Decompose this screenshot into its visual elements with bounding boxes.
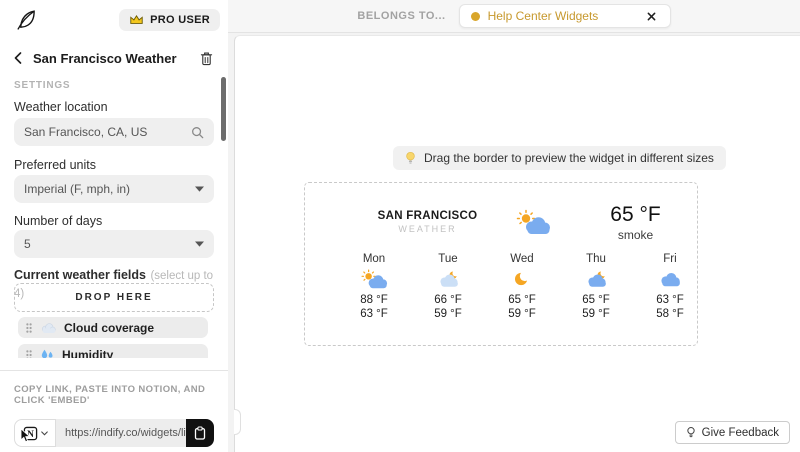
forecast-day: Thu <box>586 253 606 265</box>
search-icon[interactable] <box>191 126 204 139</box>
remove-collection-button[interactable] <box>645 9 659 23</box>
widget-header-title: SAN FRANCISCO WEATHER <box>350 210 505 234</box>
forecast-low: 63 °F <box>360 308 388 320</box>
forecast-low: 59 °F <box>508 308 536 320</box>
draggable-item-label: Humidity <box>62 347 114 359</box>
forecast-high: 65 °F <box>582 294 610 306</box>
weather-location-input[interactable]: San Francisco, CA, US <box>14 118 214 146</box>
forecast-day: Tue <box>438 253 458 265</box>
clipboard-icon <box>194 426 206 440</box>
number-of-days-label: Number of days <box>14 214 103 228</box>
cloud-icon <box>40 322 56 334</box>
settings-sidebar: PRO USER San Francisco Weather SETTINGS … <box>0 0 228 452</box>
embed-panel: COPY LINK, PASTE INTO NOTION, AND CLICK … <box>0 370 228 452</box>
current-weather-icon-sun-behind-cloud <box>510 209 555 235</box>
preferred-units-label: Preferred units <box>14 158 96 172</box>
weather-icon-moon-behind-light-cloud <box>413 268 483 290</box>
feather-logo-icon[interactable] <box>14 8 38 32</box>
main-area: BELONGS TO... Help Center Widgets Drag t… <box>228 0 800 452</box>
forecast-col-thu: Thu 65 °F 59 °F <box>561 253 631 320</box>
forecast-row: Mon 88 °F 63 °F Tue 66 °F 59 °F Wed 65 °… <box>339 253 705 320</box>
widget-subtitle: WEATHER <box>398 224 457 234</box>
pro-user-label: PRO USER <box>150 14 210 26</box>
forecast-high: 88 °F <box>360 294 388 306</box>
drag-tip: Drag the border to preview the widget in… <box>393 146 726 170</box>
sidebar-scrollbar-thumb[interactable] <box>221 77 226 141</box>
widget-current-conditions: 65 °F smoke <box>583 203 688 242</box>
forecast-high: 63 °F <box>656 294 684 306</box>
widget-preview-box[interactable]: SAN FRANCISCO WEATHER 65 °F smoke Mon 88… <box>304 182 698 346</box>
forecast-col-mon: Mon 88 °F 63 °F <box>339 253 409 320</box>
widget-city: SAN FRANCISCO <box>377 210 478 222</box>
draggable-item-humidity[interactable]: Humidity <box>18 344 208 358</box>
chevron-down-icon <box>195 186 204 192</box>
give-feedback-label: Give Feedback <box>701 426 779 439</box>
forecast-col-wed: Wed 65 °F 59 °F <box>487 253 557 320</box>
drop-here-label: DROP HERE <box>75 292 153 303</box>
sidebar-header: PRO USER <box>14 7 220 33</box>
draggable-item-cloud-coverage[interactable]: Cloud coverage <box>18 317 208 338</box>
forecast-col-fri: Fri 63 °F 58 °F <box>635 253 705 320</box>
delete-widget-button[interactable] <box>198 50 214 66</box>
draggable-field-list: Cloud coverage Humidity <box>18 317 208 358</box>
droplets-icon <box>40 349 54 359</box>
drop-here-zone[interactable]: DROP HERE <box>14 283 214 312</box>
forecast-low: 58 °F <box>656 308 684 320</box>
forecast-day: Fri <box>663 253 677 265</box>
number-of-days-value: 5 <box>24 237 31 251</box>
collection-dot-icon <box>470 11 480 21</box>
drag-tip-text: Drag the border to preview the widget in… <box>424 151 714 165</box>
chevron-down-icon <box>195 241 204 247</box>
app-window: PRO USER San Francisco Weather SETTINGS … <box>0 0 800 452</box>
crown-icon <box>129 14 144 26</box>
number-of-days-select[interactable]: 5 <box>14 230 214 258</box>
lightbulb-icon <box>405 151 416 165</box>
embed-url-field[interactable]: https://indify.co/widgets/live/weather/n… <box>56 419 186 447</box>
panel-resize-handle[interactable] <box>234 409 241 435</box>
drag-handle-icon[interactable] <box>26 322 32 333</box>
weather-icon-crescent-moon <box>487 268 557 290</box>
preview-canvas: Drag the border to preview the widget in… <box>234 35 800 452</box>
give-feedback-button[interactable]: Give Feedback <box>674 421 790 444</box>
app-selector-dropdown[interactable]: N <box>14 419 56 447</box>
copy-link-button[interactable] <box>186 419 214 447</box>
preferred-units-select[interactable]: Imperial (F, mph, in) <box>14 175 214 203</box>
trash-icon <box>200 52 212 65</box>
lightbulb-outline-icon <box>686 426 696 439</box>
forecast-low: 59 °F <box>582 308 610 320</box>
back-button[interactable] <box>14 50 30 66</box>
drag-handle-icon[interactable] <box>26 349 32 358</box>
preferred-units-value: Imperial (F, mph, in) <box>24 182 131 196</box>
weather-location-label: Weather location <box>14 100 108 114</box>
forecast-col-tue: Tue 66 °F 59 °F <box>413 253 483 320</box>
collection-name: Help Center Widgets <box>487 9 599 23</box>
forecast-high: 66 °F <box>434 294 462 306</box>
collection-pill[interactable]: Help Center Widgets <box>458 4 671 28</box>
pro-user-badge[interactable]: PRO USER <box>119 9 220 31</box>
belongs-to-label: BELONGS TO... <box>357 10 446 22</box>
chevron-left-icon <box>14 52 22 64</box>
chevron-down-icon <box>40 430 48 436</box>
widget-title-row: San Francisco Weather <box>14 49 214 67</box>
forecast-day: Wed <box>510 253 534 265</box>
forecast-high: 65 °F <box>508 294 536 306</box>
current-condition: smoke <box>617 228 654 242</box>
forecast-low: 59 °F <box>434 308 462 320</box>
topbar: BELONGS TO... Help Center Widgets <box>228 0 800 33</box>
page-title: San Francisco Weather <box>33 50 177 66</box>
svg-text:N: N <box>27 429 34 439</box>
settings-section-label: SETTINGS <box>14 80 71 91</box>
embed-row: N https://indify.co/widgets/live/weather… <box>14 419 214 447</box>
weather-icon-moon-behind-cloud <box>561 268 631 290</box>
current-temp: 65 °F <box>610 203 661 226</box>
copy-link-instructions: COPY LINK, PASTE INTO NOTION, AND CLICK … <box>14 384 206 406</box>
weather-location-value: San Francisco, CA, US <box>24 125 148 139</box>
draggable-item-label: Cloud coverage <box>64 320 155 335</box>
forecast-day: Mon <box>362 253 386 265</box>
weather-icon-sun-behind-cloud <box>339 268 409 290</box>
weather-icon-cloud <box>635 268 705 290</box>
current-weather-fields-label: Current weather fields <box>14 268 146 282</box>
notion-icon: N <box>23 426 38 441</box>
close-icon <box>647 12 656 20</box>
